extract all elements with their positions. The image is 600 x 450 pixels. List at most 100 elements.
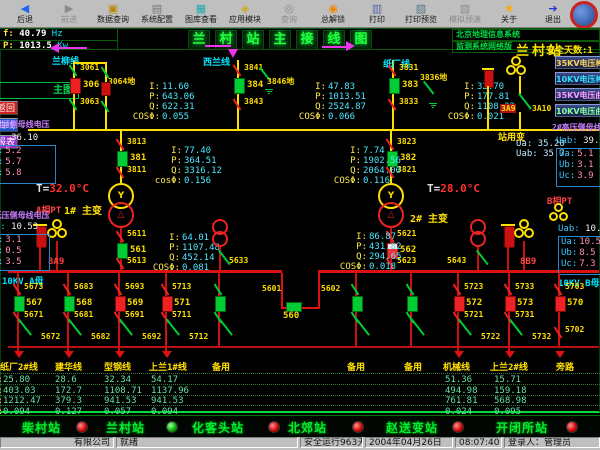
label: 5722 bbox=[481, 332, 500, 341]
flow-arrow-tail bbox=[322, 46, 346, 48]
bypass-switch-5722[interactable] bbox=[458, 319, 472, 336]
meas-value: 64.01 bbox=[182, 233, 209, 243]
measurement-row: P:177.81 bbox=[437, 92, 515, 102]
bypass-switch-spare[interactable] bbox=[411, 319, 425, 336]
station-led-开闭所站 bbox=[566, 421, 578, 433]
measurement-row: Q:452.14 bbox=[142, 253, 220, 263]
voltage-row: Ub:3.1 bbox=[557, 160, 600, 171]
toolbar-button-图库查看[interactable]: ▦图库查看 bbox=[179, 0, 223, 28]
uab-part: Uab: bbox=[558, 224, 580, 234]
measurement-row: P:364.51 bbox=[144, 156, 222, 166]
station-led-兰村站 bbox=[166, 421, 178, 433]
toolbar-button-label: 打印 bbox=[369, 14, 385, 25]
ground-icon bbox=[265, 89, 273, 90]
feeder-value: 0.024 bbox=[445, 407, 472, 417]
meas-value: 0.081 bbox=[182, 263, 209, 273]
switch-label-3A10: 3A10 bbox=[532, 104, 551, 113]
meas-value: 294.65 bbox=[369, 252, 402, 262]
feeder-line-建华线 bbox=[67, 273, 69, 355]
toolbar-button-总解锁[interactable]: ◉总解锁 bbox=[311, 0, 355, 28]
toolbar-button-打印[interactable]: ▥打印 bbox=[355, 0, 399, 28]
measurement-row: I:77.40 bbox=[144, 146, 222, 156]
toolbar-button-打印预览[interactable]: ▧打印预览 bbox=[399, 0, 443, 28]
toolbar-button-应用模块[interactable]: ◈应用模块 bbox=[223, 0, 267, 28]
bypass-switch-5712[interactable] bbox=[166, 319, 180, 336]
measurement-row: P:1902.56 bbox=[323, 156, 401, 166]
side-button-35KV电压棒图[interactable]: 35KV电压棒图 bbox=[555, 56, 600, 69]
toolbar-button-模拟预演[interactable]: ▨模拟预演 bbox=[443, 0, 487, 28]
label: 569 bbox=[127, 298, 143, 308]
bypass-switch-5682[interactable] bbox=[68, 319, 82, 336]
bypass-switch-5732[interactable] bbox=[509, 319, 523, 336]
left-panel-button-返回[interactable]: 返回 bbox=[0, 101, 18, 115]
status-cell: 就绪 bbox=[116, 437, 298, 448]
toolbar-button-关于[interactable]: ★关于 bbox=[487, 0, 531, 28]
toolbar-button-数据查询[interactable]: ▣数据查询 bbox=[91, 0, 135, 28]
station-button-开闭所站[interactable]: 开闭所站 bbox=[496, 419, 548, 436]
meas-label: I: bbox=[144, 146, 182, 156]
switch-3A9[interactable] bbox=[518, 93, 532, 110]
label: 5672 bbox=[41, 332, 60, 341]
pt-icon bbox=[514, 228, 524, 238]
voltage-part: Ub: bbox=[561, 248, 577, 259]
label: 5682 bbox=[91, 332, 110, 341]
station-led-化客头站 bbox=[268, 421, 280, 433]
uab-part: 10.53 bbox=[6, 222, 39, 232]
breaker-spare[interactable] bbox=[352, 296, 363, 312]
globe-icon[interactable] bbox=[570, 1, 598, 29]
bypass-switch-spare[interactable] bbox=[219, 319, 233, 336]
table-separator bbox=[0, 405, 600, 406]
label: 3831 bbox=[399, 63, 418, 72]
meas-value: 1902.56 bbox=[363, 156, 401, 166]
label: 5733 bbox=[515, 282, 534, 291]
breaker-384[interactable] bbox=[234, 78, 245, 94]
bypass-switch-5692[interactable] bbox=[119, 319, 133, 336]
measurement-row: P:1013.51 bbox=[288, 92, 366, 102]
side-button-35KV电压曲线[interactable]: 35KV电压曲线 bbox=[555, 88, 600, 101]
unlock-icon: ◉ bbox=[328, 3, 338, 14]
line bbox=[487, 86, 489, 130]
breaker-306[interactable] bbox=[70, 78, 81, 94]
label: 3843 bbox=[244, 97, 263, 106]
station-button-赵送变站[interactable]: 赵送变站 bbox=[386, 419, 438, 436]
flow-arrow-icon bbox=[228, 49, 238, 58]
voltage-row: Ub:5.7 bbox=[0, 157, 55, 168]
meas-label: COSΦ: bbox=[122, 112, 160, 122]
toolbar-button-查询[interactable]: ◎查询 bbox=[267, 0, 311, 28]
meas-label: COSΦ: bbox=[437, 112, 475, 122]
toolbar-button-系统配置[interactable]: ▤系统配置 bbox=[135, 0, 179, 28]
meas-label: I: bbox=[142, 233, 180, 243]
bypass-switch-spare[interactable] bbox=[356, 319, 370, 336]
bypass-switch-5672[interactable] bbox=[18, 319, 32, 336]
breaker-label-560: 560 bbox=[283, 311, 299, 321]
side-button-10KV电压曲线[interactable]: 10KV电压曲线 bbox=[555, 104, 600, 117]
map-button[interactable]: 主图 bbox=[0, 82, 79, 99]
meas-label: P: bbox=[288, 92, 326, 102]
line bbox=[519, 76, 521, 94]
meas-value: 1013.51 bbox=[328, 92, 366, 102]
meas-value: 431.82 bbox=[369, 242, 402, 252]
voltage-part: 5.7 bbox=[5, 157, 21, 168]
breaker-383[interactable] bbox=[389, 78, 400, 94]
meas-label: I: bbox=[122, 82, 160, 92]
label: 3833 bbox=[399, 97, 418, 106]
measurement-row: Q:622.31 bbox=[122, 102, 195, 112]
station-button-柴村站[interactable]: 柴村站 bbox=[22, 419, 61, 436]
voltage-row: Uc:5.8 bbox=[0, 168, 55, 179]
meas-label: Q: bbox=[144, 166, 182, 176]
breaker-spare[interactable] bbox=[407, 296, 418, 312]
voltage-row: Ua:10.5 bbox=[559, 237, 600, 248]
breaker-570[interactable] bbox=[555, 296, 566, 312]
toolbar-button-后退[interactable]: ◀后退 bbox=[3, 0, 47, 28]
station-button-北郊站[interactable]: 北郊站 bbox=[288, 419, 327, 436]
station-button-化客头站[interactable]: 化客头站 bbox=[192, 419, 244, 436]
voltage-row: Ua:3.1 bbox=[0, 235, 49, 246]
breaker-spare[interactable] bbox=[215, 296, 226, 312]
meas-label: Q: bbox=[142, 253, 180, 263]
side-button-10KV电压棒图[interactable]: 10KV电压棒图 bbox=[555, 72, 600, 85]
station-button-兰村站[interactable]: 兰村站 bbox=[106, 419, 145, 436]
toolbar-button-前进[interactable]: ▶前进 bbox=[47, 0, 91, 28]
toolbar-button-退出[interactable]: ➔退出 bbox=[531, 0, 575, 28]
switch-label-3A9: 3A9 bbox=[500, 104, 516, 113]
label: 5712 bbox=[189, 332, 208, 341]
